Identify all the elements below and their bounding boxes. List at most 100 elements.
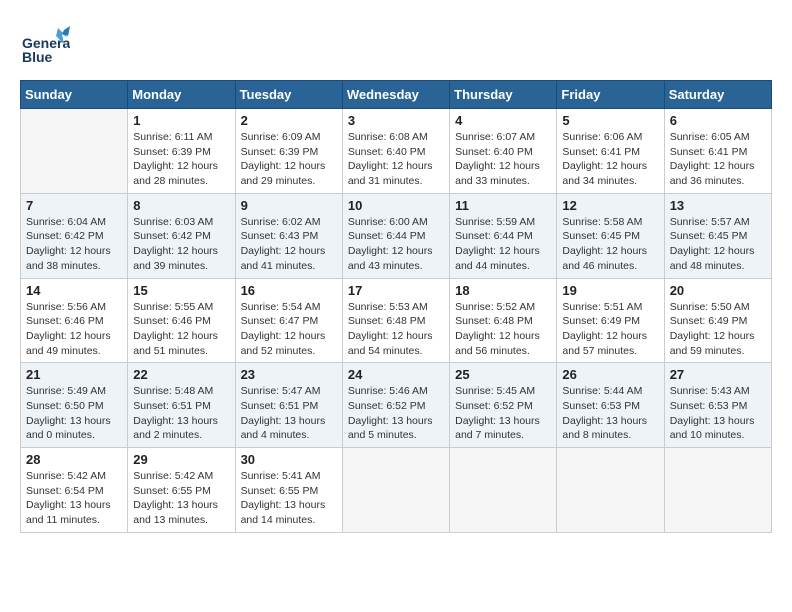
day-info: Sunrise: 5:54 AMSunset: 6:47 PMDaylight:… [241,300,337,359]
day-number: 11 [455,198,551,213]
day-number: 15 [133,283,229,298]
day-number: 28 [26,452,122,467]
calendar-day: 6Sunrise: 6:05 AMSunset: 6:41 PMDaylight… [664,109,771,194]
page-header: General Blue [20,20,772,70]
day-info: Sunrise: 6:03 AMSunset: 6:42 PMDaylight:… [133,215,229,274]
calendar-day: 30 Sunrise: 5:41 AMSunset: 6:55 PMDayligh… [235,448,342,533]
calendar-day: 9 Sunrise: 6:02 AMSunset: 6:43 PMDaylight… [235,193,342,278]
day-number: 25 [455,367,551,382]
day-info: Sunrise: 6:11 AMSunset: 6:39 PMDaylight:… [133,130,229,189]
weekday-header: Thursday [450,81,557,109]
day-info: Sunrise: 6:05 AMSunset: 6:41 PMDaylight:… [670,130,766,189]
calendar-day: 3 Sunrise: 6:08 AMSunset: 6:40 PMDaylight… [342,109,449,194]
day-info: Sunrise: 5:42 AMSunset: 6:54 PMDaylight:… [26,469,122,528]
calendar-day: 25 Sunrise: 5:45 AMSunset: 6:52 PMDayligh… [450,363,557,448]
calendar-day: 27 Sunrise: 5:43 AMSunset: 6:53 PMDayligh… [664,363,771,448]
day-info: Sunrise: 5:51 AMSunset: 6:49 PMDaylight:… [562,300,658,359]
calendar-day [450,448,557,533]
day-number: 19 [562,283,658,298]
day-info: Sunrise: 6:08 AMSunset: 6:40 PMDaylight:… [348,130,444,189]
day-info: Sunrise: 6:09 AMSunset: 6:39 PMDaylight:… [241,130,337,189]
day-info: Sunrise: 5:52 AMSunset: 6:48 PMDaylight:… [455,300,551,359]
day-number: 4 [455,113,551,128]
calendar-day: 18Sunrise: 5:52 AMSunset: 6:48 PMDayligh… [450,278,557,363]
calendar-day: 12Sunrise: 5:58 AMSunset: 6:45 PMDayligh… [557,193,664,278]
day-info: Sunrise: 5:46 AMSunset: 6:52 PMDaylight:… [348,384,444,443]
day-number: 29 [133,452,229,467]
calendar-day: 4 Sunrise: 6:07 AMSunset: 6:40 PMDaylight… [450,109,557,194]
day-number: 1 [133,113,229,128]
calendar-day: 29 Sunrise: 5:42 AMSunset: 6:55 PMDayligh… [128,448,235,533]
day-number: 5 [562,113,658,128]
calendar-day: 14Sunrise: 5:56 AMSunset: 6:46 PMDayligh… [21,278,128,363]
calendar-header: SundayMondayTuesdayWednesdayThursdayFrid… [21,81,772,109]
day-number: 13 [670,198,766,213]
calendar-day: 2 Sunrise: 6:09 AMSunset: 6:39 PMDaylight… [235,109,342,194]
calendar-day: 23Sunrise: 5:47 AMSunset: 6:51 PMDayligh… [235,363,342,448]
calendar-day: 16 Sunrise: 5:54 AMSunset: 6:47 PMDayligh… [235,278,342,363]
calendar-day: 22Sunrise: 5:48 AMSunset: 6:51 PMDayligh… [128,363,235,448]
day-number: 14 [26,283,122,298]
calendar-day: 26Sunrise: 5:44 AMSunset: 6:53 PMDayligh… [557,363,664,448]
day-info: Sunrise: 6:02 AMSunset: 6:43 PMDaylight:… [241,215,337,274]
calendar-day: 15 Sunrise: 5:55 AMSunset: 6:46 PMDayligh… [128,278,235,363]
day-number: 17 [348,283,444,298]
day-number: 10 [348,198,444,213]
day-number: 23 [241,367,337,382]
day-info: Sunrise: 5:55 AMSunset: 6:46 PMDaylight:… [133,300,229,359]
calendar-day: 10 Sunrise: 6:00 AMSunset: 6:44 PMDayligh… [342,193,449,278]
logo-icon: General Blue [20,20,70,70]
calendar-day: 8 Sunrise: 6:03 AMSunset: 6:42 PMDaylight… [128,193,235,278]
day-number: 2 [241,113,337,128]
calendar-table: SundayMondayTuesdayWednesdayThursdayFrid… [20,80,772,533]
calendar-day [21,109,128,194]
calendar-day: 7Sunrise: 6:04 AMSunset: 6:42 PMDaylight… [21,193,128,278]
calendar-day: 24 Sunrise: 5:46 AMSunset: 6:52 PMDayligh… [342,363,449,448]
day-info: Sunrise: 6:06 AMSunset: 6:41 PMDaylight:… [562,130,658,189]
weekday-header: Sunday [21,81,128,109]
weekday-header: Saturday [664,81,771,109]
day-number: 7 [26,198,122,213]
day-info: Sunrise: 5:49 AMSunset: 6:50 PMDaylight:… [26,384,122,443]
calendar-week: 7Sunrise: 6:04 AMSunset: 6:42 PMDaylight… [21,193,772,278]
day-number: 12 [562,198,658,213]
day-info: Sunrise: 5:45 AMSunset: 6:52 PMDaylight:… [455,384,551,443]
calendar-day: 28 Sunrise: 5:42 AMSunset: 6:54 PMDayligh… [21,448,128,533]
calendar-week: 1 Sunrise: 6:11 AMSunset: 6:39 PMDaylight… [21,109,772,194]
day-number: 3 [348,113,444,128]
weekday-header: Tuesday [235,81,342,109]
day-number: 30 [241,452,337,467]
calendar-day [664,448,771,533]
logo: General Blue [20,20,64,70]
day-number: 8 [133,198,229,213]
calendar-day [342,448,449,533]
calendar-day [557,448,664,533]
svg-text:Blue: Blue [22,49,53,65]
day-info: Sunrise: 5:41 AMSunset: 6:55 PMDaylight:… [241,469,337,528]
day-number: 26 [562,367,658,382]
day-number: 16 [241,283,337,298]
calendar-day: 13Sunrise: 5:57 AMSunset: 6:45 PMDayligh… [664,193,771,278]
day-info: Sunrise: 6:07 AMSunset: 6:40 PMDaylight:… [455,130,551,189]
calendar-day: 1 Sunrise: 6:11 AMSunset: 6:39 PMDaylight… [128,109,235,194]
day-number: 20 [670,283,766,298]
calendar-day: 5 Sunrise: 6:06 AMSunset: 6:41 PMDaylight… [557,109,664,194]
day-info: Sunrise: 5:48 AMSunset: 6:51 PMDaylight:… [133,384,229,443]
day-number: 24 [348,367,444,382]
calendar-week: 28 Sunrise: 5:42 AMSunset: 6:54 PMDayligh… [21,448,772,533]
weekday-header: Monday [128,81,235,109]
day-number: 27 [670,367,766,382]
calendar-week: 21Sunrise: 5:49 AMSunset: 6:50 PMDayligh… [21,363,772,448]
day-info: Sunrise: 5:42 AMSunset: 6:55 PMDaylight:… [133,469,229,528]
calendar-day: 11Sunrise: 5:59 AMSunset: 6:44 PMDayligh… [450,193,557,278]
calendar-day: 21Sunrise: 5:49 AMSunset: 6:50 PMDayligh… [21,363,128,448]
day-info: Sunrise: 5:43 AMSunset: 6:53 PMDaylight:… [670,384,766,443]
day-number: 9 [241,198,337,213]
calendar-day: 20 Sunrise: 5:50 AMSunset: 6:49 PMDayligh… [664,278,771,363]
day-info: Sunrise: 6:00 AMSunset: 6:44 PMDaylight:… [348,215,444,274]
weekday-header: Wednesday [342,81,449,109]
day-info: Sunrise: 5:53 AMSunset: 6:48 PMDaylight:… [348,300,444,359]
calendar-day: 19 Sunrise: 5:51 AMSunset: 6:49 PMDayligh… [557,278,664,363]
calendar-day: 17 Sunrise: 5:53 AMSunset: 6:48 PMDayligh… [342,278,449,363]
day-info: Sunrise: 5:50 AMSunset: 6:49 PMDaylight:… [670,300,766,359]
